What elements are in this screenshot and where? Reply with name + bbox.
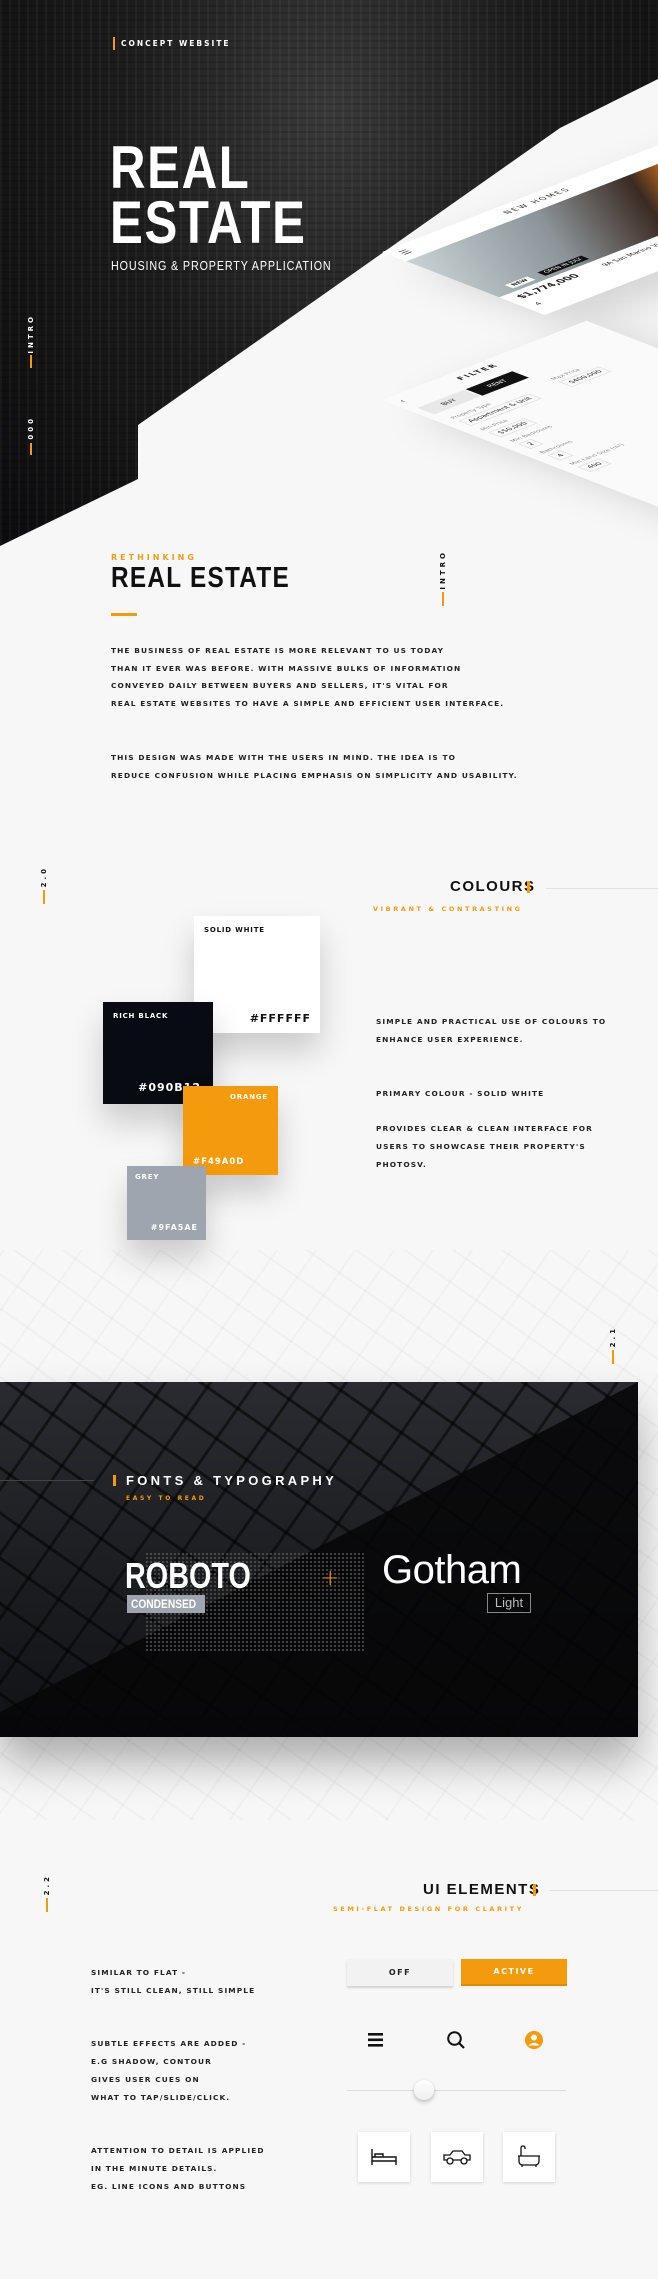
intro-side-label: INTRO <box>439 550 447 590</box>
accent-bar <box>612 1350 614 1364</box>
hero-side-label: INTRO <box>27 314 35 354</box>
accent-bar <box>442 592 444 606</box>
ui-text: E.G SHADOW, CONTOUR <box>91 2057 212 2066</box>
swatch-name: SOLID WHITE <box>204 926 265 934</box>
ui-text: EG. LINE ICONS AND BUTTONS <box>91 2182 247 2191</box>
car-icon-button[interactable] <box>431 2132 483 2182</box>
bed-icon <box>371 2149 397 2165</box>
accent-bar <box>533 1884 536 1896</box>
divider <box>0 1480 94 1481</box>
accent-bar <box>30 355 32 368</box>
swatch-name: ORANGE <box>230 1093 268 1101</box>
bath-icon-button[interactable] <box>503 2132 555 2182</box>
paragraph-line: THE BUSINESS OF REAL ESTATE IS MORE RELE… <box>111 646 445 655</box>
bed-icon-button[interactable] <box>358 2132 410 2182</box>
font2-style-badge: Light <box>487 1593 531 1613</box>
accent-bar <box>113 37 115 50</box>
hero-side-number: 000 <box>27 416 35 440</box>
colours-text: USERS TO SHOWCASE THEIR PROPERTY'S <box>376 1142 586 1151</box>
colours-text: PHOTOSV. <box>376 1160 427 1169</box>
search-icon[interactable] <box>446 2030 466 2050</box>
section-number: 2.1 <box>609 1326 617 1348</box>
bath-icon <box>518 2145 540 2167</box>
paragraph-line: CONVEYED DAILY BETWEEN BUYERS AND SELLER… <box>111 681 449 690</box>
hero-title-line2: ESTATE <box>110 189 307 256</box>
divider <box>546 888 658 889</box>
accent-bar <box>113 1475 116 1486</box>
off-button[interactable]: OFF <box>347 1959 453 1986</box>
slider-track[interactable] <box>347 2090 566 2091</box>
paragraph-line: REAL ESTATE WEBSITES TO HAVE A SIMPLE AN… <box>111 699 505 708</box>
plus-sign: + <box>321 1566 340 1591</box>
swatch-grey: GREY #9FA5AE <box>127 1166 206 1240</box>
bed-count: 4 <box>532 301 545 306</box>
ui-text: IN THE MINUTE DETAILS. <box>91 2164 218 2173</box>
slider-handle[interactable] <box>413 2080 434 2100</box>
swatch-name: GREY <box>135 1173 160 1181</box>
accent-bar <box>30 443 32 455</box>
ui-text: WHAT TO TAP/SLIDE/CLICK. <box>91 2093 231 2102</box>
font1-style: CONDENSED <box>131 1597 197 1611</box>
menu-icon[interactable]: ☰ <box>397 249 416 256</box>
intro-title: REAL ESTATE <box>111 562 290 594</box>
swatch-hex: #9FA5AE <box>150 1223 198 1232</box>
hero-tag: CONCEPT WEBSITE <box>121 39 231 48</box>
font1-name: ROBOTO <box>125 1555 251 1596</box>
colours-title: COLOURS <box>450 878 536 895</box>
intro-eyebrow: RETHINKING <box>111 553 197 562</box>
colours-text: SIMPLE AND PRACTICAL USE OF COLOURS TO <box>376 1017 607 1026</box>
ui-text: GIVES USER CUES ON <box>91 2075 200 2084</box>
active-button[interactable]: ACTIVE <box>461 1959 567 1986</box>
paragraph-line: THAN IT EVER WAS BEFORE. WITH MASSIVE BU… <box>111 664 462 673</box>
section-number: 2.2 <box>43 1874 51 1896</box>
section-number: 2.0 <box>40 866 48 888</box>
accent-bar <box>527 881 530 893</box>
swatch-orange: ORANGE #F49A0D <box>183 1086 278 1175</box>
colours-text: ENHANCE USER EXPERIENCE. <box>376 1035 524 1044</box>
accent-bar <box>43 890 45 904</box>
paragraph-line: THIS DESIGN WAS MADE WITH THE USERS IN M… <box>111 753 456 762</box>
divider <box>549 1890 658 1891</box>
accent-bar <box>46 1898 48 1912</box>
bathrooms-select[interactable]: 4 <box>547 450 575 461</box>
ui-text: SIMILAR TO FLAT - <box>91 1968 187 1977</box>
colours-text: PRIMARY COLOUR - SOLID WHITE <box>376 1089 545 1098</box>
paragraph-line: REDUCE CONFUSION WHILE PLACING EMPHASIS … <box>111 771 518 780</box>
ui-text: SUBTLE EFFECTS ARE ADDED - <box>91 2039 247 2048</box>
colours-text: PROVIDES CLEAR & CLEAN INTERFACE FOR <box>376 1124 593 1133</box>
font1-style-badge: CONDENSED <box>127 1595 205 1613</box>
fonts-subtitle: EASY TO READ <box>126 1495 207 1502</box>
filter-screen-mockup: ‹ FILTER BUY RENT Property Type Appartme… <box>382 320 658 552</box>
ui-text: IT'S STILL CLEAN, STILL SIMPLE <box>91 1986 256 1995</box>
font2-name: Gotham <box>382 1548 522 1592</box>
user-icon[interactable] <box>524 2030 544 2050</box>
ui-title: UI ELEMENTS <box>423 1881 541 1898</box>
colours-subtitle: VIBRANT & CONTRASTING <box>373 905 523 913</box>
swatch-hex: #FFFFFF <box>249 1012 311 1025</box>
swatch-name: RICH BLACK <box>113 1012 169 1020</box>
ui-text: ATTENTION TO DETAIL IS APPLIED <box>91 2146 265 2155</box>
ui-subtitle: SEMI-FLAT DESIGN FOR CLARITY <box>333 1905 525 1913</box>
hero-subtitle: HOUSING & PROPERTY APPLICATION <box>111 259 332 273</box>
car-icon <box>443 2150 471 2165</box>
back-icon[interactable]: ‹ <box>397 399 410 404</box>
fonts-title: FONTS & TYPOGRAPHY <box>126 1473 338 1488</box>
min-bedrooms-select[interactable]: 2 <box>517 438 545 449</box>
title-underline <box>111 613 137 616</box>
menu-icon[interactable] <box>367 2031 385 2049</box>
